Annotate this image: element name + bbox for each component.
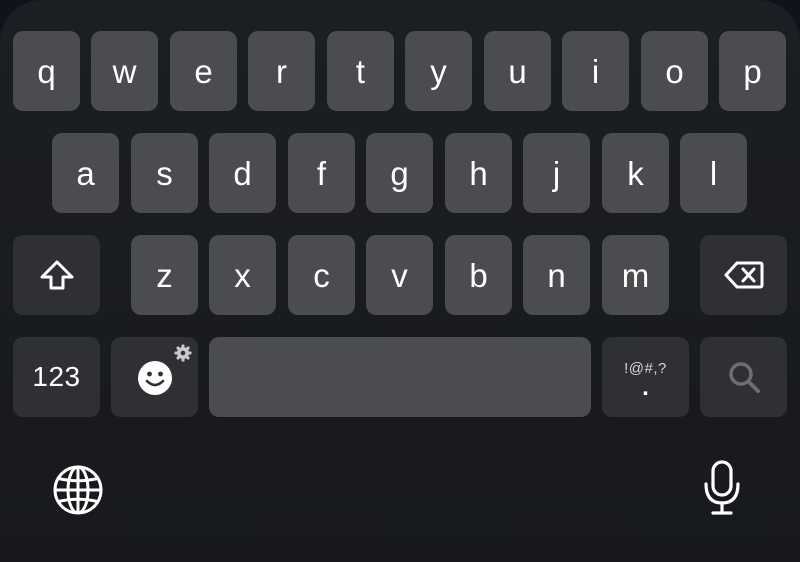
period-key[interactable]: !@#,? . xyxy=(602,337,689,417)
key-c[interactable]: c xyxy=(288,235,355,315)
key-label: e xyxy=(194,52,213,90)
search-icon xyxy=(728,362,760,393)
key-label: j xyxy=(552,154,561,192)
key-label: o xyxy=(665,52,684,90)
key-i[interactable]: i xyxy=(562,31,629,111)
space-bar[interactable] xyxy=(209,337,591,417)
key-n[interactable]: n xyxy=(523,235,590,315)
key-label: y xyxy=(430,52,447,90)
key-d[interactable]: d xyxy=(209,133,276,213)
key-r[interactable]: r xyxy=(248,31,315,111)
shift-arrow-icon xyxy=(40,260,73,290)
key-label: h xyxy=(469,154,488,192)
backspace-icon xyxy=(724,261,763,289)
key-label: k xyxy=(627,154,644,192)
key-y[interactable]: y xyxy=(405,31,472,111)
key-label: z xyxy=(156,256,173,294)
key-label: f xyxy=(316,154,327,192)
key-label: x xyxy=(234,256,251,294)
gear-icon xyxy=(174,344,192,362)
key-label: i xyxy=(591,52,600,90)
key-u[interactable]: u xyxy=(484,31,551,111)
key-label: w xyxy=(112,52,137,90)
key-label: c xyxy=(313,256,330,294)
key-j[interactable]: j xyxy=(523,133,590,213)
key-v[interactable]: v xyxy=(366,235,433,315)
key-label: g xyxy=(390,154,409,192)
backspace-key[interactable] xyxy=(700,235,787,315)
key-f[interactable]: f xyxy=(288,133,355,213)
key-label: q xyxy=(37,52,56,90)
numbers-label: 123 xyxy=(32,361,81,392)
key-m[interactable]: m xyxy=(602,235,669,315)
key-label: t xyxy=(355,52,366,90)
numbers-key[interactable]: 123 xyxy=(13,337,100,417)
key-label: p xyxy=(743,52,762,90)
language-switch-button[interactable] xyxy=(50,462,106,518)
key-g[interactable]: g xyxy=(366,133,433,213)
key-label: a xyxy=(76,154,95,192)
key-q[interactable]: q xyxy=(13,31,80,111)
key-w[interactable]: w xyxy=(91,31,158,111)
period-key-content: !@#,? . xyxy=(624,361,667,401)
voice-input-button[interactable] xyxy=(696,458,748,518)
on-screen-keyboard: q w e r t y u i o p a s d f g h j k l z … xyxy=(0,0,800,562)
globe-icon xyxy=(53,465,103,515)
key-label: r xyxy=(276,52,287,90)
key-label: s xyxy=(156,154,173,192)
key-label: n xyxy=(547,256,566,294)
key-z[interactable]: z xyxy=(131,235,198,315)
key-label: b xyxy=(469,256,488,294)
search-key[interactable] xyxy=(700,337,787,417)
key-label: u xyxy=(508,52,527,90)
key-o[interactable]: o xyxy=(641,31,708,111)
key-label: v xyxy=(391,256,408,294)
key-s[interactable]: s xyxy=(131,133,198,213)
key-a[interactable]: a xyxy=(52,133,119,213)
emoji-key[interactable] xyxy=(111,337,198,417)
key-e[interactable]: e xyxy=(170,31,237,111)
microphone-icon xyxy=(704,460,740,515)
key-l[interactable]: l xyxy=(680,133,747,213)
key-p[interactable]: p xyxy=(719,31,786,111)
key-label: d xyxy=(233,154,252,192)
key-label: l xyxy=(709,154,718,192)
key-label: m xyxy=(621,256,650,294)
period-label: . xyxy=(642,373,649,401)
key-h[interactable]: h xyxy=(445,133,512,213)
key-x[interactable]: x xyxy=(209,235,276,315)
key-t[interactable]: t xyxy=(327,31,394,111)
key-b[interactable]: b xyxy=(445,235,512,315)
key-k[interactable]: k xyxy=(602,133,669,213)
smiley-icon xyxy=(137,361,172,395)
shift-key[interactable] xyxy=(13,235,100,315)
